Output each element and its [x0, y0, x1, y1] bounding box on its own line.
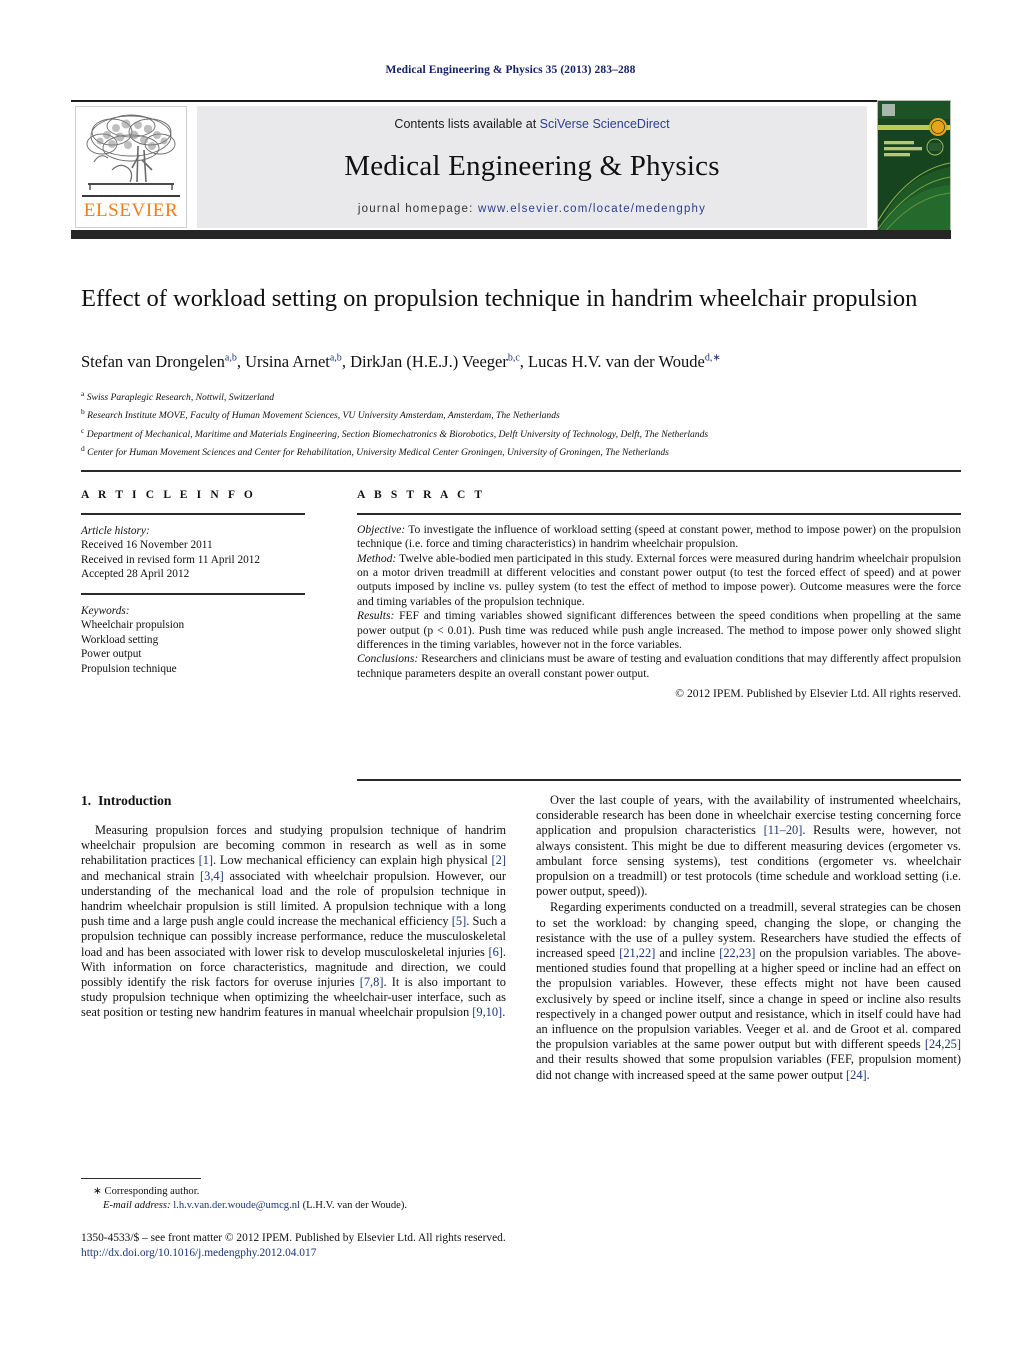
elsevier-tree-icon — [86, 114, 176, 190]
footnote-rule — [81, 1178, 201, 1180]
affiliation-text: Research Institute MOVE, Faculty of Huma… — [87, 410, 560, 422]
paragraph: Over the last couple of years, with the … — [536, 793, 961, 899]
keyword-item: Wheelchair propulsion — [81, 619, 185, 632]
running-head: Medical Engineering & Physics 35 (2013) … — [385, 64, 636, 76]
article-info-rule — [81, 513, 305, 515]
author-list: Stefan van Drongelena,b, Ursina Arneta,b… — [81, 352, 961, 372]
cover-artwork — [878, 101, 950, 233]
history-item: Accepted 28 April 2012 — [81, 568, 190, 581]
abstract-heading: A B S T R A C T — [357, 489, 486, 501]
paragraph: Measuring propulsion forces and studying… — [81, 823, 507, 1020]
affiliation-item: c Department of Mechanical, Maritime and… — [81, 424, 961, 442]
corresponding-marker: ∗ — [93, 1186, 102, 1198]
contents-lists-line: Contents lists available at SciVerse Sci… — [197, 117, 867, 131]
affiliation-text: Department of Mechanical, Maritime and M… — [86, 428, 709, 440]
abstract-copyright: © 2012 IPEM. Published by Elsevier Ltd. … — [675, 687, 961, 701]
affiliation-list: a Swiss Paraplegic Research, Nottwil, Sw… — [81, 387, 961, 461]
abstract-section-text: Researchers and clinicians must be aware… — [357, 652, 961, 680]
affiliation-mark: d — [81, 444, 85, 454]
keywords-rule — [81, 592, 305, 595]
history-item: Received 16 November 2011 — [81, 539, 213, 552]
article-history-label: Article history: — [81, 524, 150, 537]
affiliation-item: d Center for Human Movement Sciences and… — [81, 442, 961, 460]
email-label: E-mail address: — [103, 1199, 171, 1211]
paper-page: Medical Engineering & Physics 35 (2013) … — [0, 0, 1021, 1351]
section-heading-introduction: 1. Introduction — [81, 793, 506, 809]
contents-panel: Contents lists available at SciVerse Sci… — [197, 106, 867, 228]
article-history: Article history: Received 16 November 20… — [81, 524, 321, 582]
elsevier-logo: ELSEVIER — [75, 106, 187, 228]
page-title: Effect of workload setting on propulsion… — [81, 285, 918, 312]
email-link[interactable]: l.h.v.van.der.woude@umcg.nl — [173, 1200, 300, 1211]
keyword-item: Power output — [81, 648, 142, 661]
abstract-rule — [357, 513, 961, 515]
sciencedirect-link[interactable]: SciVerse ScienceDirect — [540, 117, 670, 131]
body-column-left: 1. Introduction Measuring propulsion forc… — [81, 793, 506, 1021]
masthead-dark-band — [71, 230, 951, 239]
abstract-section: Objective: To investigate the influence … — [357, 523, 961, 552]
imprint-block: 1350-4533/$ – see front matter © 2012 IP… — [81, 1231, 681, 1261]
affiliation-text: Center for Human Movement Sciences and C… — [87, 447, 669, 459]
journal-title: Medical Engineering & Physics — [344, 150, 720, 182]
abstract-body: Objective: To investigate the influence … — [357, 523, 961, 702]
keyword-item: Workload setting — [81, 633, 159, 646]
abstract-bottom-rule — [357, 779, 961, 781]
email-line: E-mail address: l.h.v.van.der.woude@umcg… — [81, 1199, 506, 1213]
abstract-section-label: Method: — [357, 551, 397, 565]
abstract-top-rule — [81, 470, 961, 472]
elsevier-rule — [82, 195, 180, 197]
issn-line: 1350-4533/$ – see front matter © 2012 IP… — [81, 1232, 506, 1244]
doi-link[interactable]: http://dx.doi.org/10.1016/j.medengphy.20… — [81, 1246, 681, 1261]
abstract-section-text: FEF and timing variables showed signific… — [357, 609, 961, 652]
history-item: Received in revised form 11 April 2012 — [81, 553, 261, 566]
keywords-label: Keywords: — [81, 604, 130, 617]
affiliation-mark: c — [81, 425, 85, 435]
abstract-section: Results: FEF and timing variables showed… — [357, 609, 961, 652]
affiliation-text: Swiss Paraplegic Research, Nottwil, Swit… — [86, 392, 275, 404]
authors-text: Stefan van Drongelena,b, Ursina Arneta,b… — [81, 352, 721, 371]
corresponding-label: Corresponding author. — [101, 1186, 200, 1198]
keywords-block: Keywords: Wheelchair propulsion Workload… — [81, 604, 321, 677]
email-owner: (L.H.V. van der Woude). — [302, 1199, 408, 1211]
contents-prefix: Contents lists available at — [394, 117, 540, 131]
body-column-right: Over the last couple of years, with the … — [536, 793, 961, 1083]
abstract-section-text: Twelve able-bodied men participated in t… — [357, 551, 961, 608]
section-title: Introduction — [98, 793, 172, 808]
section-number: 1. — [81, 793, 92, 808]
affiliation-mark: a — [81, 389, 85, 398]
journal-cover-thumbnail — [877, 100, 951, 234]
corresponding-author-footnote: ∗ Corresponding author. E-mail address: … — [81, 1178, 506, 1212]
journal-homepage-line: journal homepage: www.elsevier.com/locat… — [197, 203, 867, 215]
affiliation-item: b Research Institute MOVE, Faculty of Hu… — [81, 405, 961, 423]
abstract-section-label: Results: — [357, 609, 395, 623]
affiliation-item: a Swiss Paraplegic Research, Nottwil, Sw… — [81, 387, 961, 405]
abstract-section-text: To investigate the influence of workload… — [357, 522, 961, 551]
journal-masthead: ELSEVIER Contents lists available at Sci… — [71, 100, 951, 240]
paragraph: Regarding experiments conducted on a tre… — [536, 900, 962, 1082]
abstract-section: Conclusions: Researchers and clinicians … — [357, 652, 961, 681]
abstract-section-label: Objective: — [357, 522, 406, 536]
abstract-block: A B S T R A C T Objective: To investigat… — [357, 489, 961, 702]
masthead-top-rule — [71, 100, 951, 102]
article-info-block: A R T I C L E I N F O Article history: R… — [81, 489, 321, 677]
article-info-heading: A R T I C L E I N F O — [81, 489, 256, 501]
abstract-section: Method: Twelve able-bodied men participa… — [357, 552, 961, 610]
keyword-item: Propulsion technique — [81, 662, 177, 675]
footnote-body: ∗ Corresponding author. E-mail address: … — [81, 1185, 506, 1212]
homepage-url-link[interactable]: www.elsevier.com/locate/medengphy — [478, 203, 706, 215]
corresponding-author-line: ∗ Corresponding author. — [81, 1185, 506, 1199]
affiliation-mark: b — [81, 407, 85, 417]
elsevier-wordmark: ELSEVIER — [83, 200, 179, 221]
abstract-section-label: Conclusions: — [357, 652, 419, 666]
homepage-label: journal homepage: — [357, 203, 478, 215]
